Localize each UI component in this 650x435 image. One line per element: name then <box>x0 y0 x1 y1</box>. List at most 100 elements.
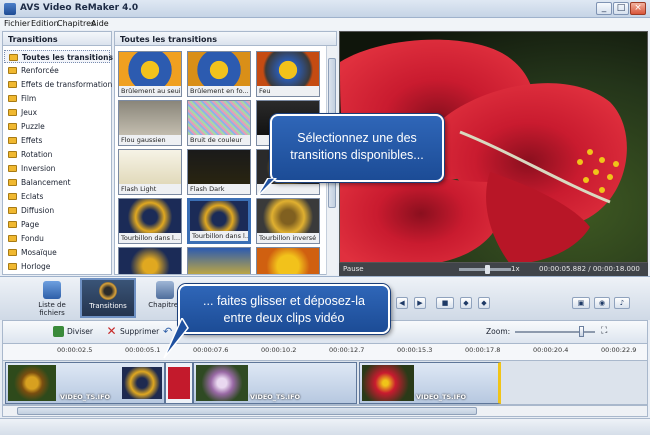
timeline-scrollbar[interactable] <box>2 405 648 417</box>
transition-thumbnail[interactable]: Brûlement au seuil <box>118 51 182 97</box>
transition-thumbnail[interactable]: Brûlement en fo... <box>187 51 251 97</box>
menu-aide[interactable]: Aide <box>91 19 109 28</box>
transition-thumbnail-label: Flash Light <box>119 184 181 194</box>
ruler-tick-label: 00:00:10.2 <box>261 346 297 354</box>
ruler-tick-label: 00:00:17.8 <box>465 346 501 354</box>
transition-category-item[interactable]: Toutes les transitions <box>4 50 113 63</box>
transition-thumbnail-label: Tourbillon dans l... <box>190 231 248 241</box>
marker-in-button[interactable]: ◆ <box>460 297 472 309</box>
close-button[interactable]: × <box>630 2 646 15</box>
transition-thumbnail[interactable]: Flou gaussien <box>118 100 182 146</box>
transition-preview-image <box>188 52 250 88</box>
menu-bar: Fichier Edition Chapitres Aide <box>0 18 650 30</box>
transition-preview-image <box>119 150 181 186</box>
transition-category-label: Mosaïque <box>21 248 57 257</box>
transition-preview-image <box>119 248 181 274</box>
clip-transition-thumbnail <box>122 367 162 399</box>
delete-button[interactable]: ✕ Supprimer <box>106 325 159 337</box>
transition-category-item[interactable]: Mosaïque <box>4 246 110 259</box>
timeline-scroll-thumb[interactable] <box>17 407 477 415</box>
marker-out-button[interactable]: ◆ <box>478 297 490 309</box>
fullscreen-button[interactable]: ▣ <box>572 297 590 309</box>
transitions-button[interactable]: Transitions <box>80 278 136 318</box>
transition-category-item[interactable]: Rotation <box>4 148 110 161</box>
transition-category-item[interactable]: Puzzle <box>4 120 110 133</box>
transition-category-list: Toutes les transitions Renforcée Effets de… <box>2 46 113 275</box>
zoom-fit-icon[interactable]: ⛶ <box>601 326 607 336</box>
transition-thumbnail[interactable]: Bruit de couleur <box>187 100 251 146</box>
transition-drop-slot[interactable] <box>165 362 193 404</box>
transition-preview-image <box>257 52 319 88</box>
transition-thumbnail[interactable]: Feu <box>256 51 320 97</box>
transitions-icon <box>99 282 117 300</box>
transition-thumbnail[interactable] <box>256 247 320 274</box>
speed-slider-thumb[interactable] <box>485 265 490 274</box>
timeline-ruler: 00:00:02.5 00:00:05.1 00:00:07.6 00:00:10.2… <box>2 344 648 360</box>
clip-thumbnail <box>196 365 248 401</box>
zoom-label: Zoom: <box>486 327 511 336</box>
transition-thumbnail[interactable] <box>187 247 251 274</box>
ruler-tick-label: 00:00:02.5 <box>57 346 93 354</box>
minimize-button[interactable]: _ <box>596 2 612 15</box>
menu-fichier[interactable]: Fichier <box>4 19 30 28</box>
file-list-button[interactable]: Liste de fichiers <box>26 279 78 319</box>
transition-category-label: Horloge <box>21 262 51 271</box>
transition-thumbnail-label: Brûlement en fo... <box>188 86 250 96</box>
transition-thumbnail-label: Tourbillon inversé <box>257 233 319 243</box>
transition-category-item[interactable]: Jeux <box>4 106 110 119</box>
transition-category-item[interactable]: Eclats <box>4 190 110 203</box>
maximize-button[interactable]: □ <box>613 2 629 15</box>
transition-category-item[interactable]: Page <box>4 218 110 231</box>
transition-category-item[interactable]: Diffusion <box>4 204 110 217</box>
transition-category-label: Renforcée <box>21 66 59 75</box>
transition-category-label: Diffusion <box>21 206 55 215</box>
transition-preview-image <box>188 150 250 186</box>
video-clip[interactable]: VIDEO_TS.IFO <box>359 362 501 404</box>
ruler-tick-label: 00:00:12.7 <box>329 346 365 354</box>
folder-icon <box>8 67 17 74</box>
snapshot-button[interactable]: ■ <box>436 297 454 309</box>
transition-category-item[interactable]: Balancement <box>4 176 110 189</box>
transition-thumbnail[interactable]: Flash Dark <box>187 149 251 195</box>
video-clip[interactable]: VIDEO_TS.IFO <box>5 362 165 404</box>
transition-category-item[interactable]: Fondu <box>4 232 110 245</box>
folder-icon <box>8 249 17 256</box>
folder-icon <box>8 193 17 200</box>
folder-icon <box>8 263 17 270</box>
folder-icon <box>8 151 17 158</box>
transition-thumbnail[interactable]: Tourbillon dans l... <box>187 198 251 244</box>
transition-thumbnail[interactable]: Tourbillon dans l... <box>118 198 182 244</box>
transition-category-item[interactable]: Film <box>4 92 110 105</box>
prev-frame-button[interactable]: ◀ <box>396 297 408 309</box>
preview-status-bar: Pause 1x 00:00:05.882 / 00:00:18.000 <box>339 263 648 276</box>
menu-chapitres[interactable]: Chapitres <box>57 19 95 28</box>
folder-icon <box>8 179 17 186</box>
transition-category-label: Puzzle <box>21 122 45 131</box>
folder-icon <box>8 137 17 144</box>
transition-preview-image <box>188 248 250 274</box>
transition-preview-image <box>257 248 319 274</box>
playback-time: 00:00:05.882 / 00:00:18.000 <box>539 265 640 273</box>
transition-thumbnail[interactable] <box>118 247 182 274</box>
transition-category-label: Effets <box>21 136 43 145</box>
transition-category-item[interactable]: Renforcée <box>4 64 110 77</box>
transition-category-item[interactable]: Effets de transformation <box>4 78 112 91</box>
video-clip[interactable]: VIDEO_TS.IFO <box>193 362 357 404</box>
delete-icon: ✕ <box>106 324 117 338</box>
callout-drag-drop: ... faites glisser et déposez-la entre d… <box>178 284 390 334</box>
zoom-slider-thumb[interactable] <box>579 326 584 337</box>
transition-thumbnail[interactable]: Tourbillon inversé <box>256 198 320 244</box>
split-button[interactable]: Diviser <box>53 326 93 337</box>
transition-category-label: Jeux <box>21 108 38 117</box>
transition-category-item[interactable]: Inversion <box>4 162 110 175</box>
next-frame-button[interactable]: ▶ <box>414 297 426 309</box>
title-bar: AVS Video ReMaker 4.0 _ □ × <box>0 0 650 18</box>
transition-thumbnail[interactable]: Flash Light <box>118 149 182 195</box>
transition-category-item[interactable]: Horloge <box>4 260 110 273</box>
transition-category-item[interactable]: Effets <box>4 134 110 147</box>
playback-state: Pause <box>343 265 364 273</box>
volume-icon[interactable]: ♪ <box>614 297 630 309</box>
menu-edition[interactable]: Edition <box>31 19 59 28</box>
camera-button[interactable]: ◉ <box>594 297 610 309</box>
transition-preview-image <box>119 52 181 88</box>
